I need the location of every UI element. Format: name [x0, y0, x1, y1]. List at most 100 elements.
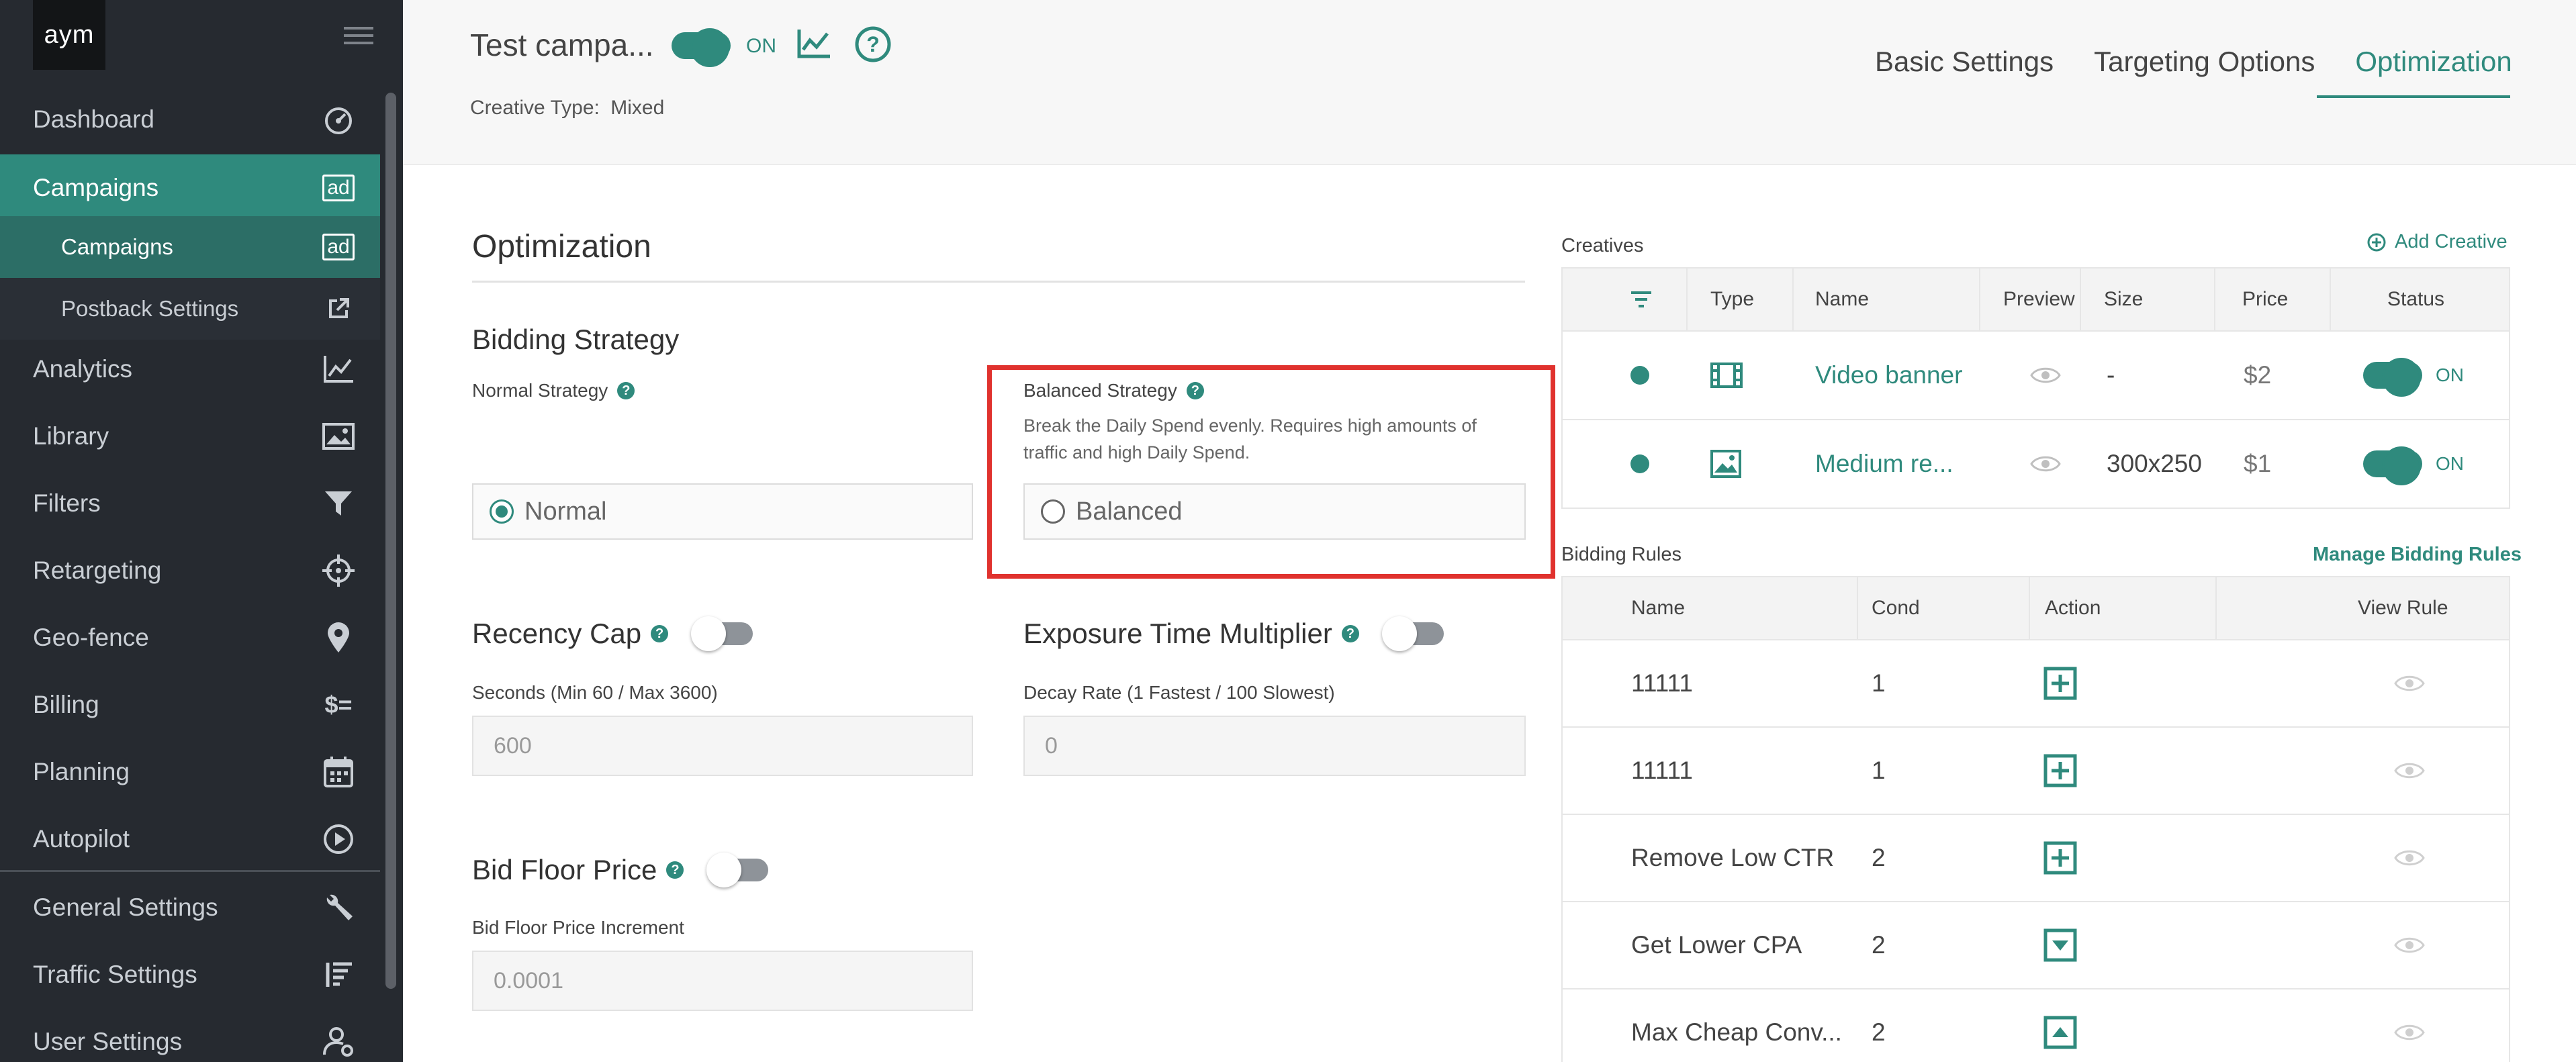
plus-square-icon[interactable] — [2043, 728, 2077, 814]
balanced-strategy-option[interactable]: Balanced — [1023, 483, 1526, 540]
tab-basic-settings[interactable]: Basic Settings — [1875, 46, 2054, 78]
campaign-status-toggle[interactable] — [672, 28, 731, 67]
creative-row[interactable]: Video banner - $2 ON — [1563, 330, 2509, 419]
col-name: Name — [1631, 597, 1686, 619]
sidebar-item-autopilot[interactable]: Autopilot — [0, 806, 380, 873]
help-circle-icon[interactable]: ? — [854, 26, 892, 63]
tab-optimization[interactable]: Optimization — [2355, 46, 2512, 78]
plus-square-icon[interactable] — [2043, 640, 2077, 726]
col-action: Action — [2045, 597, 2101, 619]
funnel-icon — [320, 485, 357, 522]
normal-option-label: Normal — [524, 497, 607, 526]
sidebar-item-label: Filters — [33, 489, 101, 517]
help-icon[interactable]: ? — [1186, 382, 1204, 399]
sidebar-item-label: General Settings — [33, 894, 218, 921]
sidebar: aym Dashboard Campaigns ad Campaigns ad … — [0, 0, 403, 1062]
caret-up-square-icon[interactable] — [2043, 989, 2077, 1062]
help-icon[interactable]: ? — [666, 861, 684, 879]
eye-icon[interactable] — [2394, 815, 2425, 901]
sidebar-item-planning[interactable]: Planning — [0, 738, 380, 806]
sidebar-item-general-settings[interactable]: General Settings — [0, 874, 380, 941]
decay-rate-label: Decay Rate (1 Fastest / 100 Slowest) — [1023, 682, 1335, 703]
eye-icon[interactable] — [2394, 728, 2425, 814]
tab-bar: Basic Settings Targeting Options Optimiz… — [1875, 46, 2512, 78]
sidebar-item-retargeting[interactable]: Retargeting — [0, 537, 380, 604]
eye-icon[interactable] — [2394, 902, 2425, 988]
recency-cap-title: Recency Cap — [472, 618, 642, 649]
bidding-rule-row[interactable]: Remove Low CTR 2 — [1563, 814, 2509, 901]
creative-price: $2 — [2244, 361, 2272, 389]
sidebar-item-label: User Settings — [33, 1028, 183, 1055]
help-icon[interactable]: ? — [617, 382, 635, 399]
sidebar-item-dashboard[interactable]: Dashboard — [0, 86, 380, 153]
wrench-icon — [320, 889, 357, 926]
eye-icon[interactable] — [2030, 420, 2061, 508]
bidding-rule-row[interactable]: Max Cheap Conv... 2 — [1563, 988, 2509, 1062]
sidebar-item-analytics[interactable]: Analytics — [0, 336, 380, 403]
recency-seconds-input[interactable]: 600 — [472, 716, 973, 776]
sidebar-item-library[interactable]: Library — [0, 403, 380, 470]
creative-name-link[interactable]: Medium re... — [1815, 420, 1953, 508]
sidebar-scrollbar[interactable] — [385, 93, 396, 989]
rule-cond: 2 — [1872, 1018, 1886, 1046]
normal-strategy-option[interactable]: Normal — [472, 483, 973, 540]
creative-type-value: Mixed — [610, 97, 665, 119]
sidebar-subitem-campaigns[interactable]: Campaigns ad — [0, 216, 380, 278]
help-icon[interactable]: ? — [1341, 625, 1359, 642]
bidding-strategy-title: Bidding Strategy — [472, 324, 680, 355]
sidebar-subitem-postback-settings[interactable]: Postback Settings — [0, 278, 380, 340]
bidding-rule-row[interactable]: Get Lower CPA 2 — [1563, 901, 2509, 988]
caret-down-square-icon[interactable] — [2043, 902, 2077, 988]
exposure-title: Exposure Time Multiplier — [1023, 618, 1332, 649]
bidding-rule-row[interactable]: 11111 1 — [1563, 639, 2509, 726]
bidding-rule-row[interactable]: 11111 1 — [1563, 726, 2509, 814]
filter-icon[interactable] — [1630, 269, 1653, 330]
creative-name-link[interactable]: Video banner — [1815, 332, 1962, 419]
sidebar-item-billing[interactable]: Billing $= — [0, 671, 380, 738]
user-settings-icon — [320, 1023, 357, 1061]
rule-name: Max Cheap Conv... — [1631, 1018, 1842, 1046]
bidding-rules-table: Name Cond Action View Rule 11111 1 11111… — [1561, 576, 2510, 1062]
status-dot — [1630, 332, 1649, 419]
recency-cap-heading: Recency Cap ? — [472, 616, 753, 651]
sidebar-item-traffic-settings[interactable]: Traffic Settings — [0, 941, 380, 1008]
eye-icon[interactable] — [2394, 640, 2425, 726]
eye-icon[interactable] — [2394, 989, 2425, 1062]
creative-status-toggle[interactable] — [2363, 420, 2422, 508]
bid-floor-increment-label: Bid Floor Price Increment — [472, 917, 684, 938]
list-sort-icon — [320, 956, 357, 994]
sidebar-item-campaigns[interactable]: Campaigns ad — [0, 154, 380, 222]
sidebar-item-label: Retargeting — [33, 557, 162, 584]
hamburger-menu-icon[interactable] — [344, 27, 373, 47]
radio-unselected-icon[interactable] — [1041, 499, 1065, 524]
analytics-chart-icon[interactable] — [796, 28, 831, 59]
plus-square-icon[interactable] — [2043, 815, 2077, 901]
radio-selected-icon[interactable] — [490, 499, 514, 524]
creative-price: $1 — [2244, 450, 2272, 477]
creatives-header-row: Type Name Preview Size Price Status — [1563, 269, 2509, 330]
creative-status-toggle[interactable] — [2363, 332, 2422, 419]
bid-floor-heading: Bid Floor Price ? — [472, 853, 769, 887]
exposure-toggle[interactable] — [1381, 616, 1444, 651]
rule-cond: 2 — [1872, 931, 1886, 959]
bid-floor-increment-input[interactable]: 0.0001 — [472, 951, 973, 1011]
sidebar-item-label: Dashboard — [33, 105, 155, 133]
bid-floor-toggle[interactable] — [706, 853, 769, 887]
sidebar-item-geo-fence[interactable]: Geo-fence — [0, 604, 380, 671]
rule-cond: 1 — [1872, 757, 1886, 784]
app-logo[interactable]: aym — [33, 0, 105, 70]
creative-row[interactable]: Medium re... 300x250 $1 ON — [1563, 419, 2509, 508]
help-icon[interactable]: ? — [651, 625, 669, 642]
sidebar-item-filters[interactable]: Filters — [0, 470, 380, 537]
add-creative-button[interactable]: Add Creative — [2366, 231, 2508, 253]
bidding-rules-title: Bidding Rules — [1561, 544, 1682, 565]
decay-rate-input[interactable]: 0 — [1023, 716, 1526, 776]
eye-icon[interactable] — [2030, 332, 2061, 419]
recency-cap-toggle[interactable] — [691, 616, 753, 651]
chart-icon — [320, 350, 357, 388]
sidebar-item-user-settings[interactable]: User Settings — [0, 1008, 380, 1062]
manage-bidding-rules-link[interactable]: Manage Bidding Rules — [2313, 544, 2522, 566]
status-dot — [1630, 420, 1649, 508]
tab-targeting-options[interactable]: Targeting Options — [2094, 46, 2315, 78]
normal-strategy-label: Normal Strategy — [472, 380, 608, 401]
